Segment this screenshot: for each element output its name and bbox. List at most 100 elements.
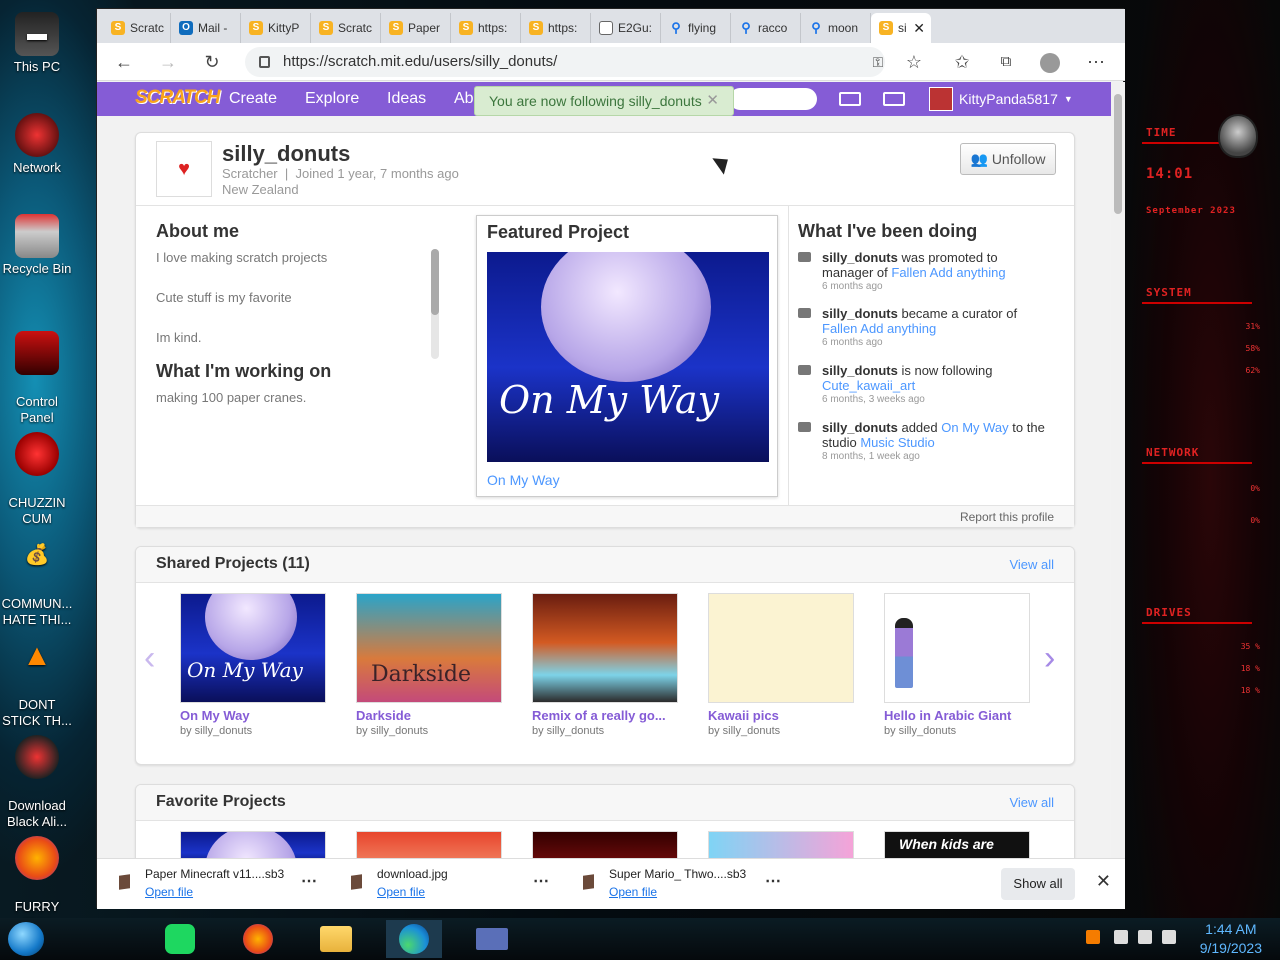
- tab[interactable]: ⚲ racco: [731, 13, 801, 43]
- activity-user[interactable]: silly_donuts: [822, 363, 898, 378]
- tab[interactable]: S Scratc: [311, 13, 381, 43]
- activity-link[interactable]: Fallen Add anything: [822, 321, 936, 336]
- nav-ideas[interactable]: Ideas: [387, 90, 426, 108]
- view-all-link[interactable]: View all: [1009, 795, 1054, 810]
- favorite-thumbnail[interactable]: [708, 831, 854, 858]
- activity-link[interactable]: Music Studio: [860, 435, 934, 450]
- open-file-link[interactable]: Open file: [145, 885, 193, 899]
- key-icon[interactable]: ⚿: [865, 50, 891, 74]
- project-thumbnail[interactable]: [532, 593, 678, 703]
- desktop-icon-network[interactable]: Network: [0, 113, 74, 176]
- more-options-icon[interactable]: ⋯: [533, 871, 549, 891]
- download-item[interactable]: Paper Minecraft v11....sb3 Open file ⋯: [119, 867, 339, 901]
- activity-link[interactable]: Cute_kawaii_art: [822, 378, 915, 393]
- tab[interactable]: O Mail -: [171, 13, 241, 43]
- project-author[interactable]: by silly_donuts: [180, 725, 326, 737]
- taskbar-app[interactable]: [230, 920, 286, 958]
- search-input[interactable]: [729, 88, 817, 110]
- nav-create[interactable]: Create: [229, 90, 277, 108]
- activity-user[interactable]: silly_donuts: [822, 250, 898, 265]
- about-scrollbar[interactable]: [431, 249, 439, 359]
- carousel-next-icon[interactable]: ›: [1044, 639, 1055, 678]
- report-profile-link[interactable]: Report this profile: [960, 510, 1054, 524]
- project-author[interactable]: by silly_donuts: [708, 725, 854, 737]
- featured-project[interactable]: Featured Project On My Way On My Way: [476, 215, 778, 497]
- add-favorite-icon[interactable]: ☆: [901, 50, 927, 74]
- project-thumbnail[interactable]: Darkside: [356, 593, 502, 703]
- favorite-thumbnail[interactable]: When kids are: [884, 831, 1030, 858]
- taskbar-clock[interactable]: 1:44 AM 9/19/2023: [1200, 920, 1262, 958]
- refresh-button[interactable]: ↻: [199, 50, 225, 74]
- volume-icon[interactable]: [1162, 930, 1176, 944]
- account-menu[interactable]: KittyPanda5817 ▼: [929, 87, 1073, 111]
- tab[interactable]: E2Gu:: [591, 13, 661, 43]
- project-title[interactable]: Hello in Arabic Giant: [884, 708, 1030, 723]
- project-thumbnail[interactable]: [884, 593, 1030, 703]
- favorite-thumbnail[interactable]: [180, 831, 326, 858]
- page-scroll-thumb[interactable]: [1114, 94, 1122, 214]
- activity-link[interactable]: On My Way: [941, 420, 1008, 435]
- close-tab-icon[interactable]: ✕: [913, 20, 925, 37]
- tab[interactable]: S Scratc: [103, 13, 171, 43]
- carousel-prev-icon[interactable]: ‹: [144, 639, 155, 678]
- close-downloads-icon[interactable]: ✕: [1096, 871, 1111, 892]
- project-tile[interactable]: Kawaii pics by silly_donuts: [708, 593, 854, 737]
- taskbar-app[interactable]: [464, 920, 520, 958]
- open-file-link[interactable]: Open file: [377, 885, 425, 899]
- featured-thumbnail[interactable]: On My Way: [487, 252, 769, 462]
- project-tile[interactable]: Remix of a really go... by silly_donuts: [532, 593, 678, 737]
- tab[interactable]: ⚲ moon: [801, 13, 871, 43]
- project-author[interactable]: by silly_donuts: [356, 725, 502, 737]
- tab[interactable]: S Paper: [381, 13, 451, 43]
- project-author[interactable]: by silly_donuts: [884, 725, 1030, 737]
- featured-caption[interactable]: On My Way: [487, 472, 560, 488]
- messages-icon[interactable]: [839, 92, 861, 106]
- nav-about[interactable]: Ab: [454, 90, 474, 108]
- page-scrollbar[interactable]: [1111, 82, 1125, 858]
- project-author[interactable]: by silly_donuts: [532, 725, 678, 737]
- activity-user[interactable]: silly_donuts: [822, 420, 898, 435]
- collections-icon[interactable]: ⧉: [993, 50, 1019, 74]
- profile-avatar[interactable]: [1037, 50, 1063, 74]
- view-all-link[interactable]: View all: [1009, 557, 1054, 572]
- project-tile[interactable]: Hello in Arabic Giant by silly_donuts: [884, 593, 1030, 737]
- favorite-thumbnail[interactable]: [356, 831, 502, 858]
- nav-explore[interactable]: Explore: [305, 90, 359, 108]
- tray-app-icon[interactable]: [1086, 930, 1100, 944]
- taskbar-app-active[interactable]: [386, 920, 442, 958]
- tab[interactable]: S KittyP: [241, 13, 311, 43]
- project-title[interactable]: Darkside: [356, 708, 502, 723]
- back-button[interactable]: ←: [111, 50, 137, 74]
- menu-dots-icon[interactable]: ⋯: [1083, 50, 1109, 74]
- download-item[interactable]: Super Mario_ Thwo....sb3 Open file ⋯: [583, 867, 803, 901]
- tab[interactable]: ⚲ flying: [661, 13, 731, 43]
- scratch-logo[interactable]: SCRATCH: [135, 87, 220, 109]
- favorites-icon[interactable]: ✩: [949, 50, 975, 74]
- about-scroll-thumb[interactable]: [431, 249, 439, 315]
- project-tile[interactable]: On My Way On My Way by silly_donuts: [180, 593, 326, 737]
- forward-button[interactable]: →: [155, 50, 181, 74]
- project-thumbnail[interactable]: On My Way: [180, 593, 326, 703]
- my-stuff-icon[interactable]: [883, 92, 905, 106]
- tab[interactable]: Shttps:: [521, 13, 591, 43]
- activity-link[interactable]: Fallen Add anything: [891, 265, 1005, 280]
- unfollow-button[interactable]: 👥 Unfollow: [960, 143, 1056, 175]
- project-title[interactable]: On My Way: [180, 708, 326, 723]
- close-icon[interactable]: ✕: [706, 87, 719, 115]
- taskbar-app[interactable]: [308, 920, 364, 958]
- favorite-thumbnail[interactable]: [532, 831, 678, 858]
- tab-active[interactable]: Ssi ✕: [871, 13, 931, 43]
- open-file-link[interactable]: Open file: [609, 885, 657, 899]
- desktop-icon-this-pc[interactable]: ▬ This PC: [0, 12, 74, 75]
- project-tile[interactable]: Darkside Darkside by silly_donuts: [356, 593, 502, 737]
- taskbar-app[interactable]: [152, 920, 208, 958]
- show-all-button[interactable]: Show all: [1001, 868, 1075, 900]
- activity-user[interactable]: silly_donuts: [822, 306, 898, 321]
- url-field[interactable]: https://scratch.mit.edu/users/silly_donu…: [245, 47, 885, 77]
- project-thumbnail[interactable]: [708, 593, 854, 703]
- download-item[interactable]: download.jpg Open file ⋯: [351, 867, 571, 901]
- network-tray-icon[interactable]: [1138, 930, 1152, 944]
- more-options-icon[interactable]: ⋯: [765, 871, 781, 891]
- project-title[interactable]: Kawaii pics: [708, 708, 854, 723]
- more-options-icon[interactable]: ⋯: [301, 871, 317, 891]
